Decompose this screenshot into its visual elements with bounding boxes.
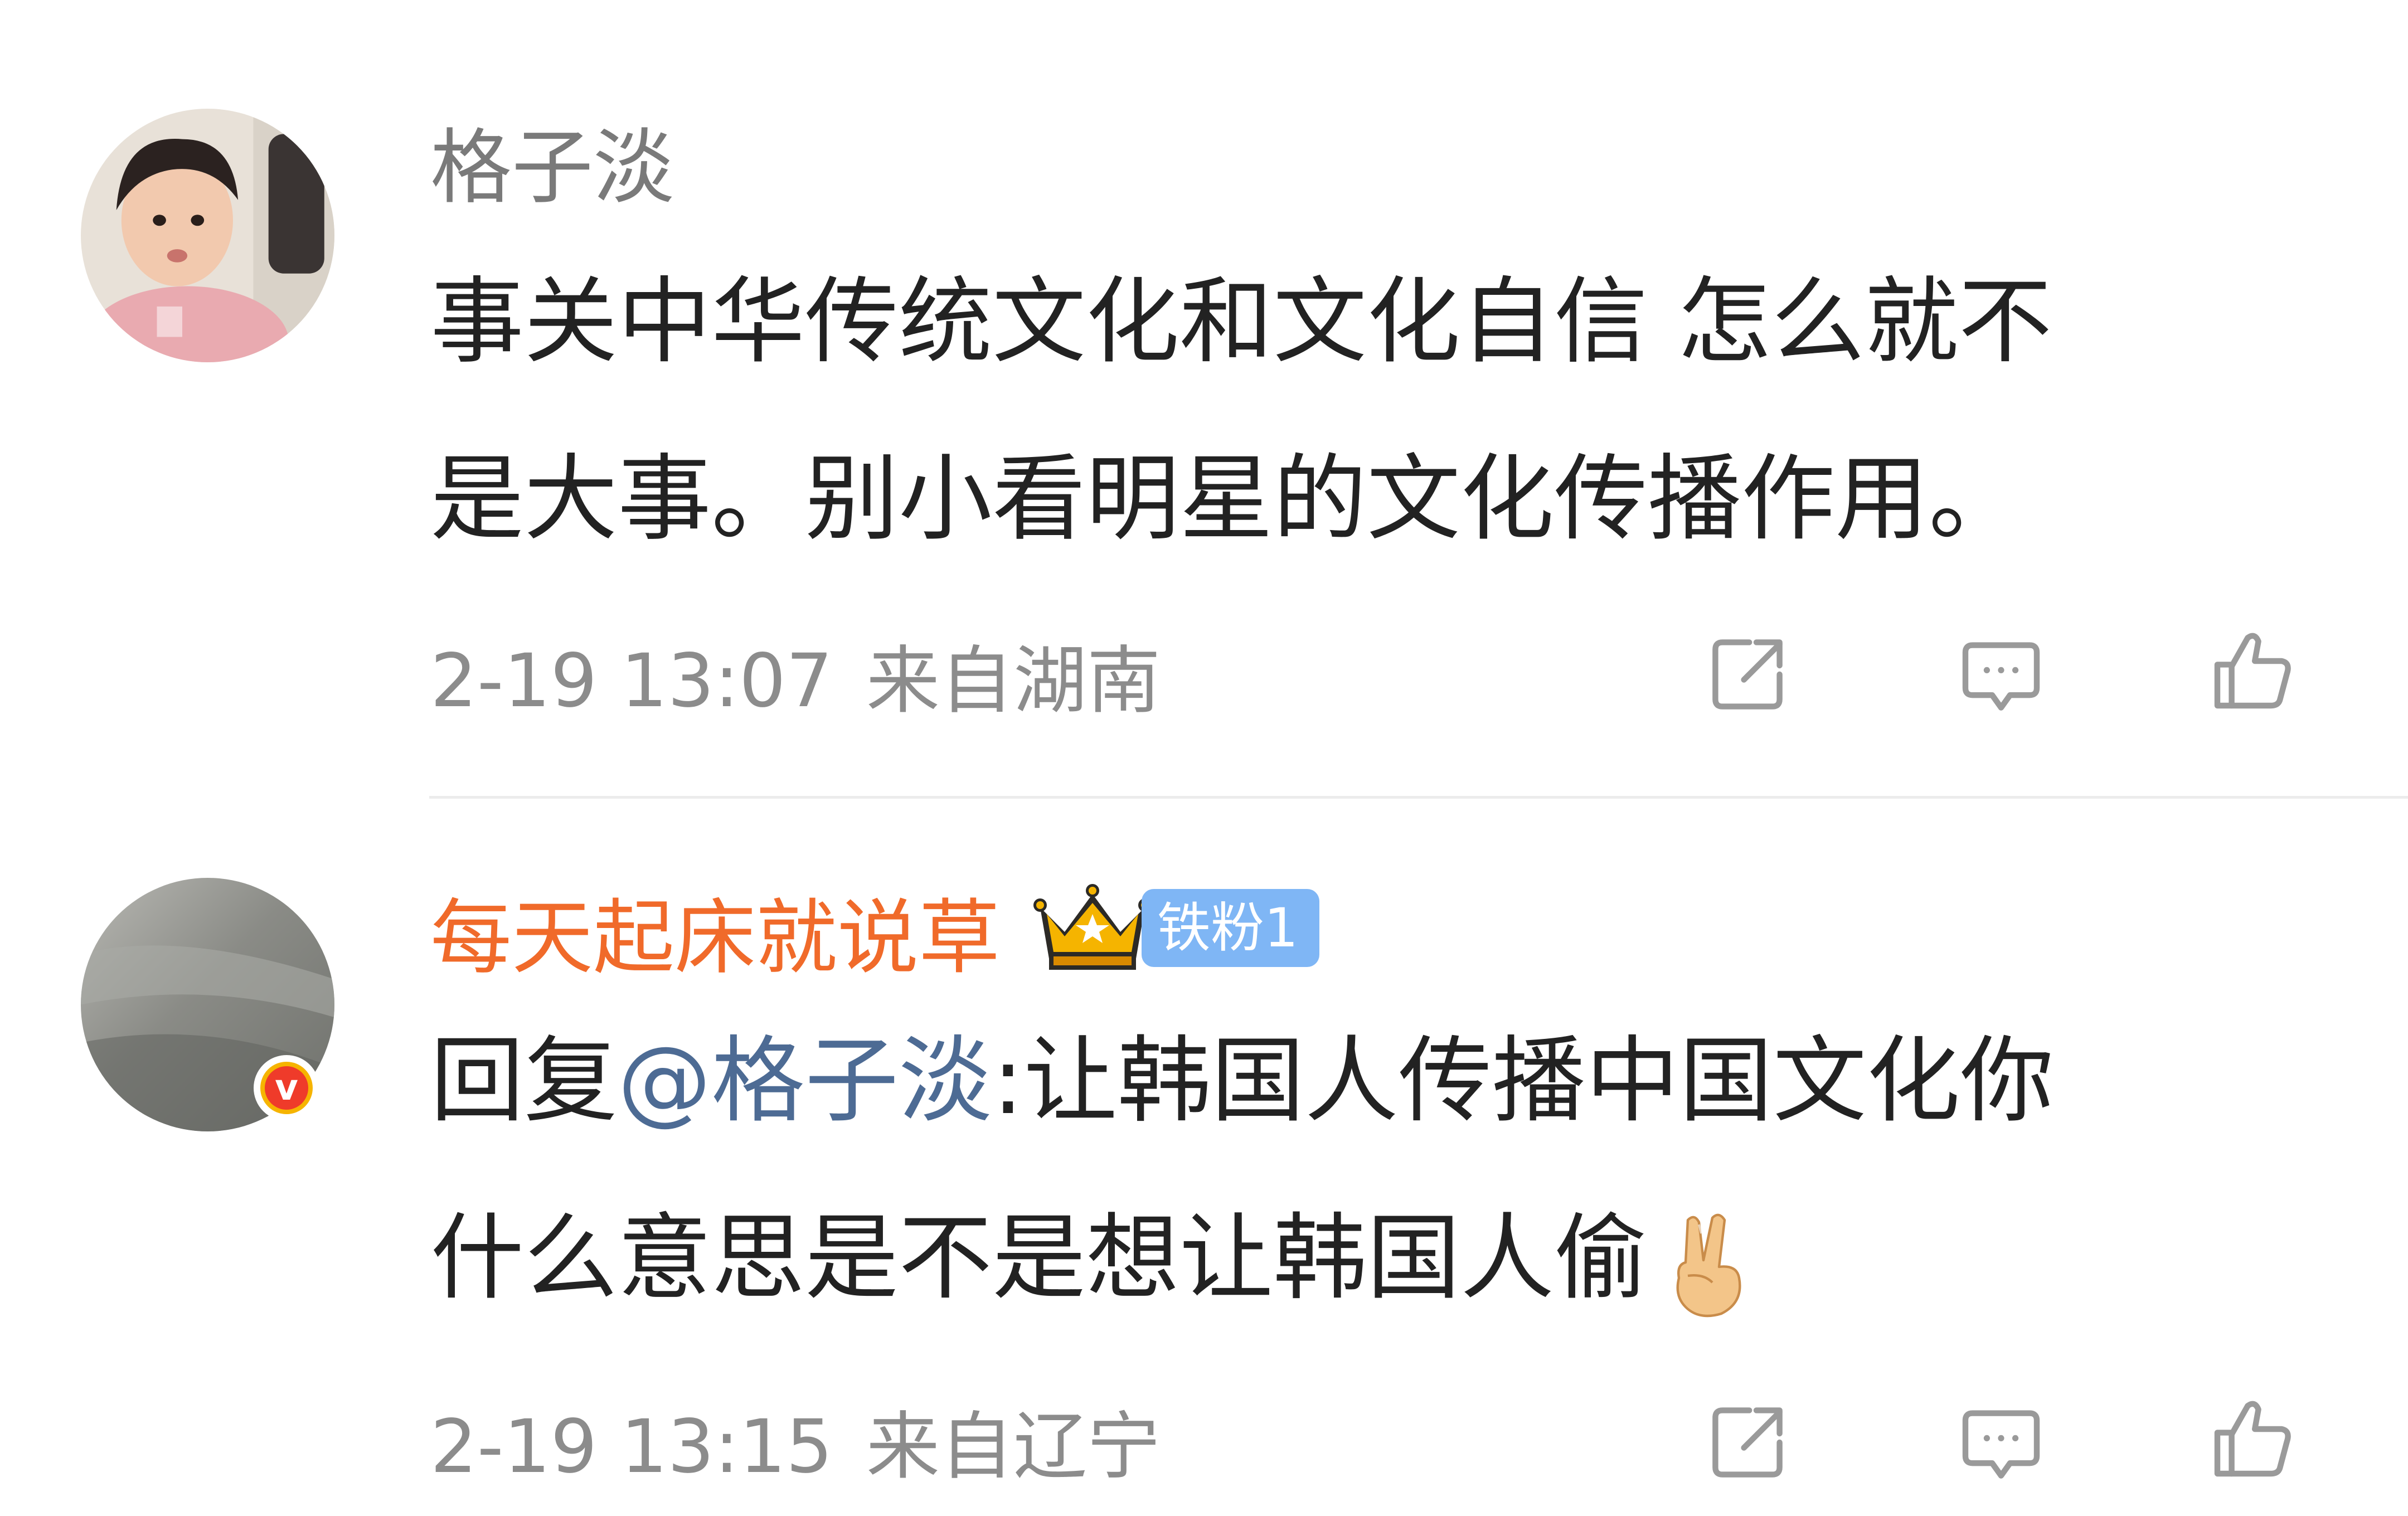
comment-body-line: 回复@格子淡:让韩国人传播中国文化你 bbox=[430, 992, 2054, 1169]
share-icon[interactable] bbox=[1703, 630, 1792, 719]
comment-icon[interactable] bbox=[1957, 631, 2046, 720]
comment-body-text: 什么意思是不是想让韩国人偷 bbox=[430, 1203, 1648, 1313]
comment-list: 格子淡 事关中华传统文化和文化自信 怎么就不 是大事。别小看明星的文化传播作用。… bbox=[0, 0, 2408, 1516]
fan-badge: 铁粉1 bbox=[1031, 884, 1320, 970]
reply-prefix: 回复 bbox=[430, 1026, 618, 1135]
comment-body-line: 事关中华传统文化和文化自信 怎么就不 bbox=[430, 267, 2052, 376]
comment-icon[interactable] bbox=[1957, 1399, 2046, 1488]
comment-time: 2-19 13:15 bbox=[430, 1404, 833, 1490]
comment-time: 2-19 13:07 bbox=[430, 638, 833, 724]
comment-username[interactable]: 每天起床就说草 bbox=[430, 897, 1000, 979]
comment-username[interactable]: 格子淡 bbox=[430, 127, 674, 208]
verified-v-badge: v bbox=[254, 1055, 319, 1121]
comment-meta: 2-19 13:15 来自辽宁 bbox=[430, 1410, 1161, 1484]
comment-body-text: :让韩国人传播中国文化你 bbox=[992, 1026, 2054, 1135]
crown-icon bbox=[1033, 884, 1152, 970]
comment-body-line: 是大事。别小看明星的文化传播作用。 bbox=[430, 444, 2022, 553]
comment-location: 来自辽宁 bbox=[866, 1404, 1161, 1490]
comment-location: 来自湖南 bbox=[866, 638, 1161, 724]
victory-hand-emoji bbox=[1676, 1213, 1741, 1318]
mention-link[interactable]: @格子淡 bbox=[618, 1026, 992, 1135]
share-icon[interactable] bbox=[1703, 1398, 1792, 1487]
comment-body-line: 什么意思是不是想让韩国人偷 bbox=[430, 1169, 2054, 1347]
thumbs-up-icon[interactable] bbox=[2208, 625, 2298, 715]
thumbs-up-icon[interactable] bbox=[2208, 1393, 2298, 1483]
comment-meta: 2-19 13:07 来自湖南 bbox=[430, 644, 1161, 718]
fan-badge-label: 铁粉1 bbox=[1142, 889, 1320, 967]
comment-body: 回复@格子淡:让韩国人传播中国文化你 什么意思是不是想让韩国人偷 bbox=[430, 992, 2054, 1347]
comment-body: 事关中华传统文化和文化自信 怎么就不 是大事。别小看明星的文化传播作用。 bbox=[430, 233, 2052, 587]
divider bbox=[429, 796, 2408, 799]
avatar[interactable] bbox=[81, 109, 334, 362]
